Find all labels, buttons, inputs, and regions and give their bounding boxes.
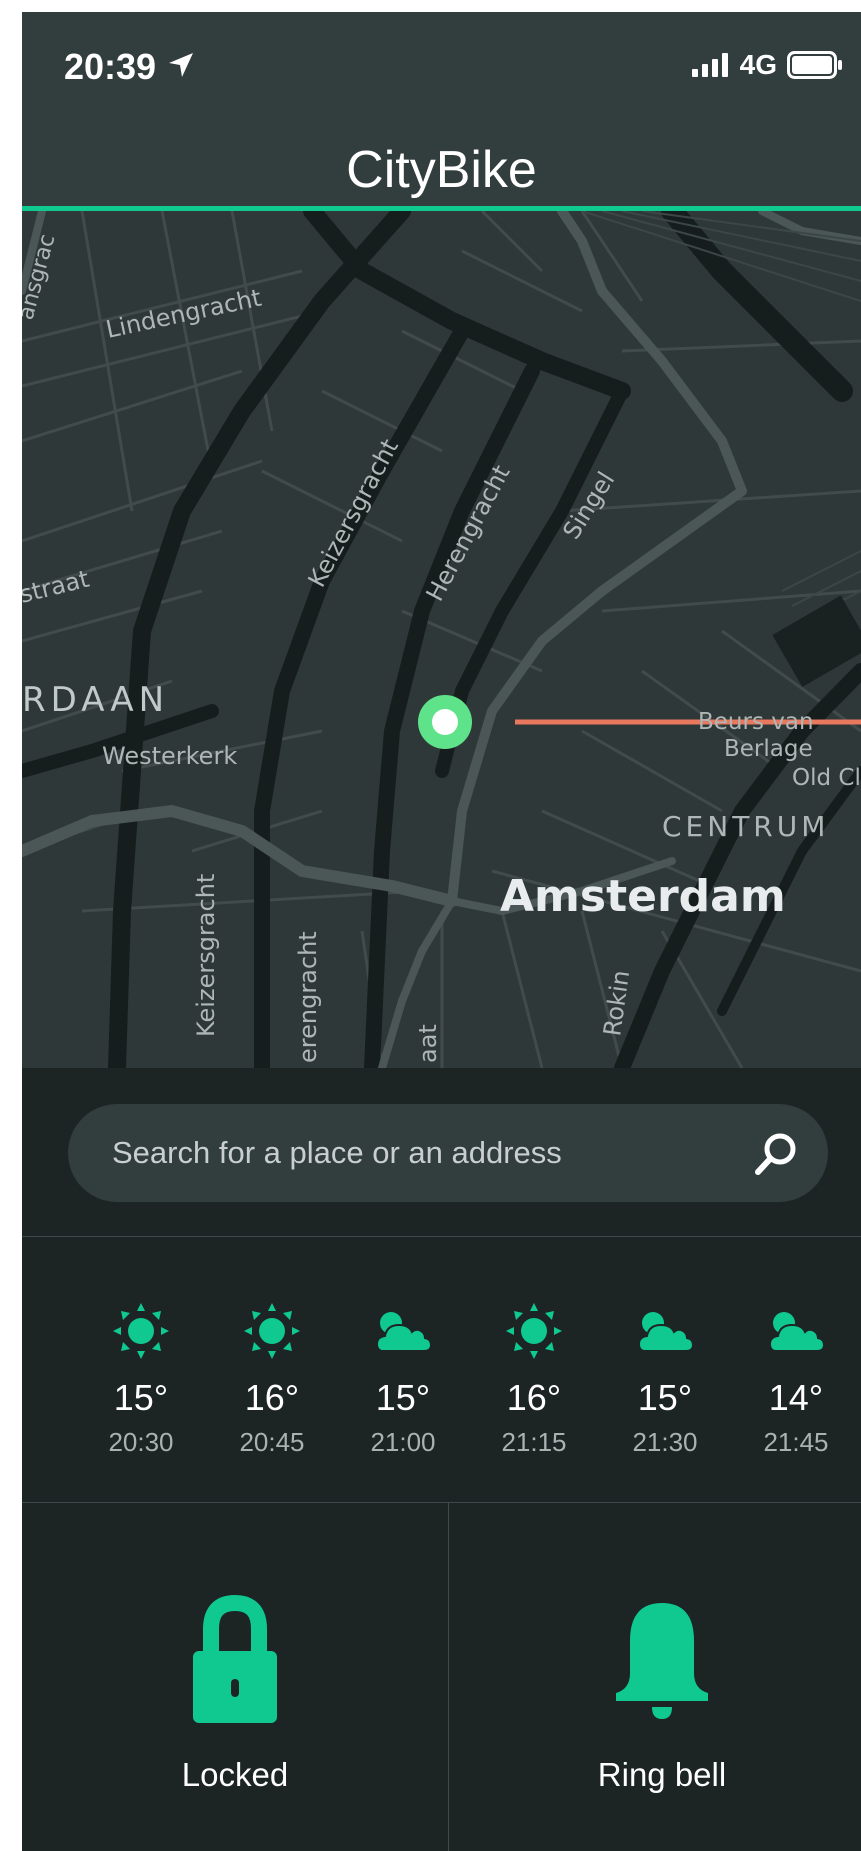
map-label-beurs-2: Berlage [724,736,813,762]
forecast-time: 20:30 [108,1427,174,1457]
forecast-time: 21:30 [632,1427,698,1457]
search-icon[interactable] [752,1130,800,1178]
top-bar: 20:39 4G CityBike [22,12,861,211]
location-arrow-icon [169,53,193,77]
cloud-sun-icon [375,1312,433,1352]
status-time: 20:39 [64,46,157,87]
app-title: CityBike [346,141,537,199]
map-label-aat: aat [414,1024,442,1063]
signal-bars-icon [691,53,728,77]
forecast-time: 21:45 [763,1427,829,1457]
forecast-temp: 16° [244,1377,300,1418]
map-label-keizersgracht-bottom: Keizersgracht [192,874,220,1037]
battery-icon [787,51,842,79]
bell-icon [616,1603,708,1719]
forecast-temp: 15° [113,1377,169,1418]
forecast-item: 16° 20:45 [206,1237,338,1503]
lock-button[interactable]: Locked [22,1503,448,1851]
cloud-sun-icon [768,1312,826,1352]
map-label-amsterdam: Amsterdam [500,871,786,922]
map-view[interactable]: ansgrac Lindengracht Keizersgracht Heren… [22,211,861,1068]
sun-icon [506,1303,562,1359]
forecast-item: 15° 20:30 [75,1237,207,1503]
app-screen: 20:39 4G CityBike ansgrac Lindengracht K… [22,12,861,1851]
ring-bell-button[interactable]: Ring bell [449,1503,861,1851]
forecast-item: 15° 21:30 [599,1237,731,1503]
map-label-jordaan: RDAAN [22,680,169,720]
forecast-time: 21:15 [501,1427,567,1457]
map-label-herengracht-bottom: erengracht [294,931,322,1063]
weather-forecast: 15° 20:30 16° 20:45 15° 21:00 16° 21:15 … [22,1237,861,1503]
ring-bell-label: Ring bell [597,1756,727,1793]
forecast-temp: 15° [375,1377,431,1418]
search-area [22,1068,861,1237]
network-type: 4G [739,49,777,80]
search-bar[interactable] [68,1104,828,1202]
forecast-temp: 14° [768,1377,824,1418]
lock-icon [193,1594,277,1723]
map-label-westerkerk: Westerkerk [102,742,237,770]
forecast-time: 21:00 [370,1427,436,1457]
map-canvas[interactable]: ansgrac Lindengracht Keizersgracht Heren… [22,211,861,1068]
cloud-sun-icon [637,1312,695,1352]
forecast-temp: 16° [506,1377,562,1418]
forecast-temp: 15° [637,1377,693,1418]
map-label-centrum: CENTRUM [662,810,829,843]
map-label-beurs-1: Beurs van [698,709,814,735]
sun-icon [113,1303,169,1359]
status-indicators: 4G [691,48,843,82]
forecast-time: 20:45 [239,1427,305,1457]
forecast-item: 16° 21:15 [468,1237,600,1503]
map-label-old: Old Cl [792,765,861,791]
bike-actions: Locked Ring bell [22,1503,861,1851]
current-location-pin[interactable] [418,695,472,749]
forecast-item: 14° 21:45 [730,1237,861,1503]
lock-label: Locked [181,1756,289,1793]
forecast-item: 15° 21:00 [337,1237,469,1503]
sun-icon [244,1303,300,1359]
search-input[interactable] [110,1134,714,1172]
